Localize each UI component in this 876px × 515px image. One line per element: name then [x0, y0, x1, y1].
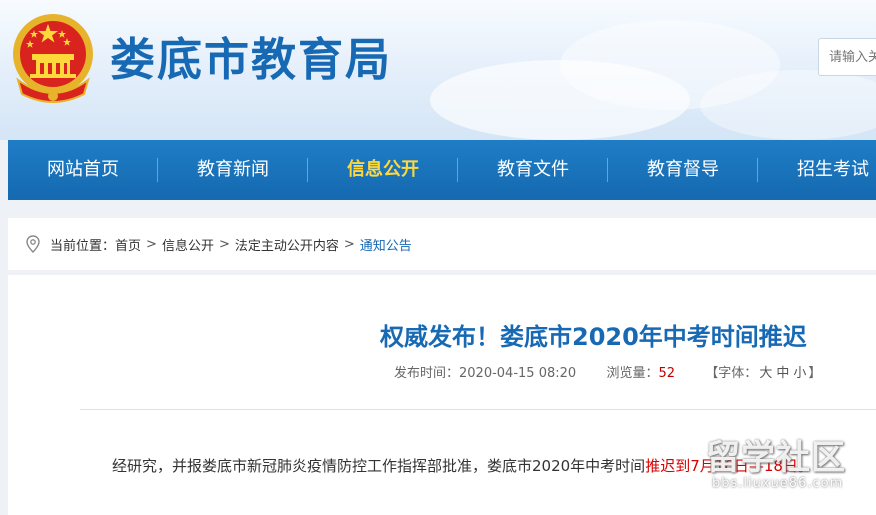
- nav-item-education-supervision[interactable]: 教育督导: [608, 140, 758, 200]
- location-pin-icon: [26, 235, 40, 253]
- nav-item-education-news[interactable]: 教育新闻: [158, 140, 308, 200]
- nav-item-education-documents[interactable]: 教育文件: [458, 140, 608, 200]
- article-meta: 发布时间：2020-04-15 08:20 浏览量：52 【字体：大中小】: [394, 362, 821, 381]
- breadcrumb-statutory-disclosure[interactable]: 法定主动公开内容: [235, 235, 339, 254]
- font-size-medium-button[interactable]: 中: [776, 366, 789, 381]
- breadcrumb-separator: >: [343, 236, 355, 252]
- search-input[interactable]: [818, 38, 876, 76]
- article-title: 权威发布！娄底市2020年中考时间推迟: [380, 323, 807, 351]
- header-cloud-decoration: [700, 70, 876, 140]
- breadcrumb-home[interactable]: 首页: [115, 235, 141, 254]
- breadcrumb-separator: >: [146, 236, 157, 252]
- font-size-label: 【字体：: [705, 366, 758, 381]
- font-size-small-button[interactable]: 小: [793, 366, 806, 381]
- nav-item-label: 信息公开: [347, 159, 419, 180]
- breadcrumb-info-disclosure[interactable]: 信息公开: [162, 235, 214, 254]
- site-header: 娄底市教育局: [0, 0, 876, 140]
- nav-item-info-disclosure[interactable]: 信息公开: [308, 140, 458, 200]
- national-emblem-icon[interactable]: [8, 10, 98, 106]
- breadcrumb-separator: >: [218, 236, 230, 252]
- nav-item-label: 网站首页: [47, 159, 119, 180]
- nav-item-label: 教育督导: [647, 159, 719, 180]
- font-size-large-button[interactable]: 大: [759, 366, 772, 381]
- article-panel: 权威发布！娄底市2020年中考时间推迟 发布时间：2020-04-15 08:2…: [8, 275, 876, 515]
- nav-item-label: 教育文件: [497, 159, 569, 180]
- site-title[interactable]: 娄底市教育局: [110, 32, 392, 88]
- article-body-highlight: 推迟到7月16日—18日: [645, 457, 798, 475]
- article-body-text: 经研究，并报娄底市新冠肺炎疫情防控工作指挥部批准，娄底市2020年中考时间: [112, 457, 646, 475]
- font-size-close: 】: [808, 366, 822, 381]
- article-body-end: 。: [797, 457, 813, 475]
- publish-time: 2020-04-15 08:20: [459, 366, 577, 381]
- nav-item-admissions-exams[interactable]: 招生考试: [758, 140, 876, 200]
- main-nav: 网站首页 教育新闻 信息公开 教育文件 教育督导 招生考试: [8, 140, 876, 200]
- nav-item-label: 招生考试: [797, 159, 869, 180]
- nav-item-home[interactable]: 网站首页: [8, 140, 158, 200]
- breadcrumb-notices[interactable]: 通知公告: [360, 235, 412, 254]
- breadcrumb-prefix: 当前位置：: [50, 238, 116, 254]
- article-body: 经研究，并报娄底市新冠肺炎疫情防控工作指挥部批准，娄底市2020年中考时间推迟到…: [112, 455, 813, 476]
- article-divider: [80, 409, 876, 410]
- publish-time-label: 发布时间：: [394, 366, 460, 381]
- views-count: 52: [658, 366, 676, 381]
- nav-item-label: 教育新闻: [197, 159, 269, 180]
- views-label: 浏览量：: [606, 366, 659, 381]
- breadcrumb: 当前位置： 首页 > 信息公开 > 法定主动公开内容 > 通知公告: [8, 218, 876, 270]
